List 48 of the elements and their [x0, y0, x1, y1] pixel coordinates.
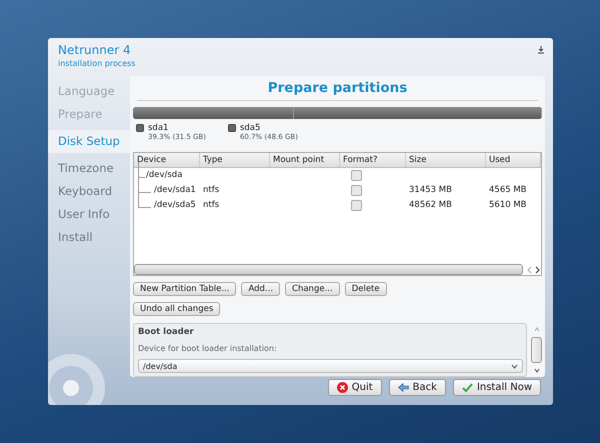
- scrollbar[interactable]: [134, 264, 523, 275]
- format-checkbox[interactable]: [351, 184, 362, 196]
- stop-icon: [336, 382, 348, 393]
- page-title: Prepare partitions: [137, 80, 538, 101]
- column-header[interactable]: Mount point: [270, 152, 340, 167]
- device-cell[interactable]: /dev/sda: [146, 170, 182, 180]
- step-item: Install: [57, 229, 94, 246]
- column-header[interactable]: Format?: [340, 152, 406, 167]
- table-cell: 4565 MB: [489, 185, 526, 196]
- app-title: Netrunner 4: [58, 43, 132, 57]
- table-cell: ntfs: [203, 185, 220, 196]
- caret-icon: [511, 364, 518, 368]
- legend-name: sda5: [240, 122, 262, 133]
- column-header[interactable]: Used: [486, 152, 541, 167]
- scrollbar-thumb[interactable]: [531, 337, 542, 363]
- step-item: User Info: [57, 206, 111, 223]
- format-checkbox[interactable]: [351, 170, 362, 181]
- nav-button[interactable]: Quit: [328, 379, 382, 396]
- partition-button[interactable]: New Partition Table...: [133, 282, 236, 296]
- partition-button[interactable]: Change...: [285, 282, 340, 296]
- column-header[interactable]: Type: [200, 152, 270, 167]
- partition-button[interactable]: Delete: [344, 282, 387, 296]
- undo-button[interactable]: Undo all changes: [133, 302, 220, 316]
- step-item: Disk Setup: [48, 130, 130, 153]
- legend-name: sda1: [148, 122, 170, 133]
- device-cell[interactable]: /dev/sda5: [154, 200, 196, 210]
- table-cell: ntfs: [203, 200, 220, 210]
- group-title: Boot loader: [138, 327, 195, 337]
- step-item: Timezone: [57, 160, 115, 177]
- check-icon: [462, 382, 473, 393]
- step-item: Language: [57, 83, 116, 100]
- partition-button[interactable]: Add...: [241, 282, 280, 296]
- table-cell: 5610 MB: [489, 200, 526, 210]
- device-dropdown[interactable]: /dev/sda: [138, 359, 523, 373]
- nav-button[interactable]: Back: [388, 379, 446, 396]
- column-header[interactable]: Size: [406, 152, 486, 167]
- step-item: Keyboard: [57, 183, 114, 200]
- column-header[interactable]: Device: [134, 152, 200, 167]
- table-cell: 48562 MB: [409, 200, 452, 210]
- download-icon: [537, 46, 545, 54]
- step-item: Prepare: [57, 106, 104, 123]
- app-subtitle: installation process: [58, 59, 136, 68]
- left-arrow-icon: [398, 382, 409, 393]
- device-cell[interactable]: /dev/sda1: [154, 185, 196, 196]
- field-label: Device for boot loader installation:: [138, 344, 278, 353]
- nav-button[interactable]: Install Now: [452, 379, 541, 396]
- table-cell: 31453 MB: [409, 185, 452, 196]
- format-checkbox[interactable]: [351, 200, 362, 211]
